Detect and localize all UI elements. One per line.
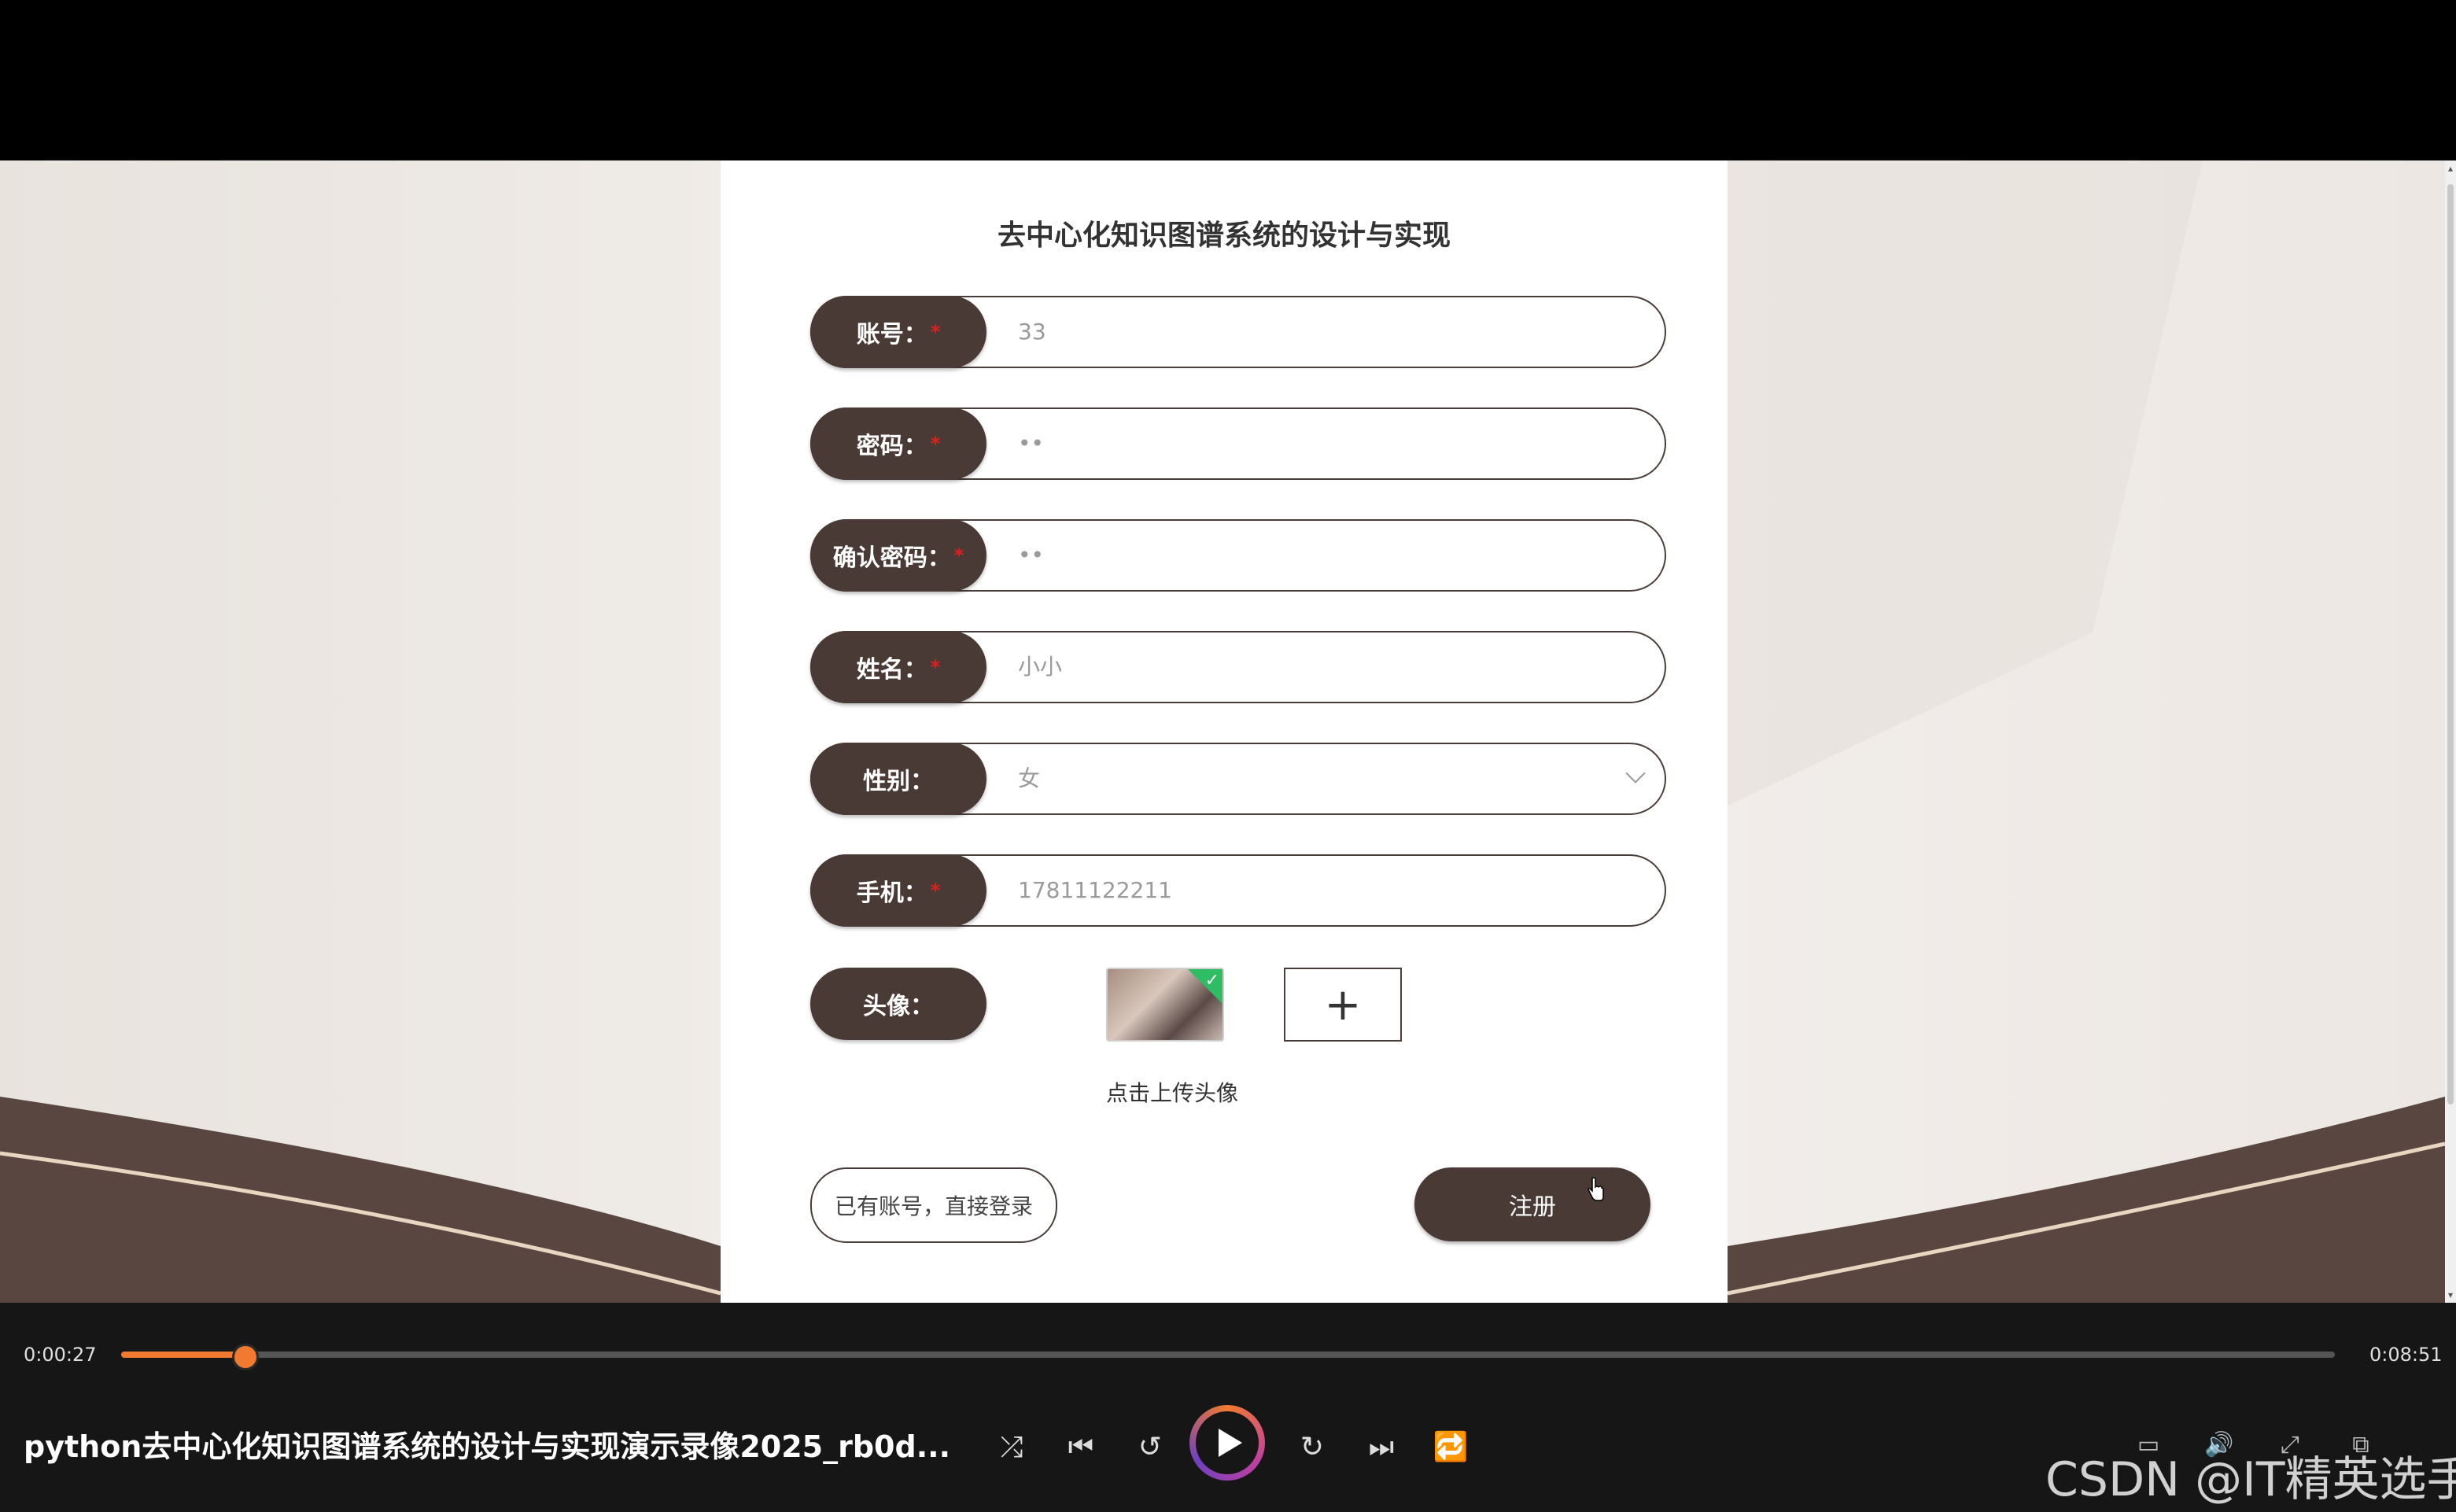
password-label: 密码： *: [810, 408, 986, 480]
video-title: python去中心化知识图谱系统的设计与实现演示录像2025_rb0d...: [24, 1429, 951, 1464]
confirm-password-row: 确认密码： * ••: [810, 519, 1666, 592]
page-title: 去中心化知识图谱系统的设计与实现: [997, 219, 1451, 252]
required-mark: *: [930, 433, 941, 455]
phone-value: 17811122211: [1018, 877, 1172, 903]
previous-icon[interactable]: ⏮: [1062, 1429, 1100, 1466]
video-frame: 去中心化知识图谱系统的设计与实现 账号： * 33 密码： * •• 确认密码： * …: [0, 160, 2445, 1303]
gender-row: 性别： 女: [810, 743, 1666, 815]
confirm-password-value: ••: [1018, 542, 1045, 568]
password-row: 密码： * ••: [810, 408, 1666, 480]
phone-label: 手机： *: [810, 854, 986, 927]
watermark: CSDN @IT精英选手: [2045, 1452, 2456, 1507]
background-wave-left: [0, 1097, 721, 1303]
upload-hint: 点击上传头像: [1106, 1080, 1239, 1106]
forward-30-icon[interactable]: ↻: [1293, 1429, 1331, 1466]
hand-cursor-icon: [1588, 1177, 1604, 1201]
avatar-thumbnail[interactable]: ✓: [1106, 968, 1224, 1042]
name-row: 姓名： * 小小: [810, 631, 1666, 703]
account-row: 账号： * 33: [810, 296, 1666, 368]
avatar-label: 头像：: [810, 968, 986, 1040]
register-button[interactable]: 注册: [1414, 1167, 1650, 1241]
login-link-button[interactable]: 已有账号，直接登录: [810, 1167, 1057, 1243]
name-label: 姓名： *: [810, 631, 986, 703]
required-mark: *: [930, 880, 941, 902]
scroll-thumb[interactable]: [2447, 184, 2454, 1104]
upload-avatar-button[interactable]: +: [1284, 968, 1402, 1042]
scroll-up-icon[interactable]: ▴: [2446, 164, 2455, 173]
progress-track[interactable]: [121, 1344, 2335, 1370]
progress-knob[interactable]: [231, 1344, 259, 1370]
current-time: 0:00:27: [24, 1344, 97, 1366]
progress-fill: [121, 1352, 243, 1358]
play-icon: [1196, 1411, 1259, 1474]
background-laptop-shape: [1728, 160, 2203, 806]
shuffle-icon[interactable]: ⤮: [993, 1429, 1031, 1466]
media-player-controls: 0:00:27 0:08:51 python去中心化知识图谱系统的设计与实现演示…: [0, 1303, 2456, 1512]
check-icon: ✓: [1204, 971, 1219, 990]
phone-row: 手机： * 17811122211: [810, 854, 1666, 927]
account-label: 账号： *: [810, 296, 986, 368]
scroll-down-icon[interactable]: ▾: [2446, 1290, 2455, 1300]
required-mark: *: [930, 656, 941, 678]
confirm-password-label: 确认密码： *: [810, 519, 986, 592]
repeat-icon[interactable]: 🔁: [1432, 1429, 1470, 1466]
gender-value: 女: [1018, 765, 1041, 791]
password-value: ••: [1018, 430, 1045, 456]
play-button[interactable]: [1189, 1405, 1265, 1481]
next-icon[interactable]: ⏭: [1363, 1429, 1400, 1466]
total-time: 0:08:51: [2369, 1344, 2443, 1366]
required-mark: *: [953, 544, 964, 566]
top-black-bar: [0, 0, 2456, 160]
name-value: 小小: [1018, 654, 1063, 680]
account-value: 33: [1018, 319, 1046, 345]
plus-icon: +: [1324, 979, 1362, 1031]
register-form-card: 去中心化知识图谱系统的设计与实现 账号： * 33 密码： * •• 确认密码： * …: [721, 160, 1728, 1303]
rewind-10-icon[interactable]: ↺: [1131, 1429, 1169, 1466]
gender-label: 性别：: [810, 743, 986, 815]
page-scrollbar[interactable]: ▴ ▾: [2445, 160, 2456, 1303]
avatar-row: 头像： ✓ + 点击上传头像: [810, 968, 1666, 1125]
required-mark: *: [930, 321, 941, 343]
